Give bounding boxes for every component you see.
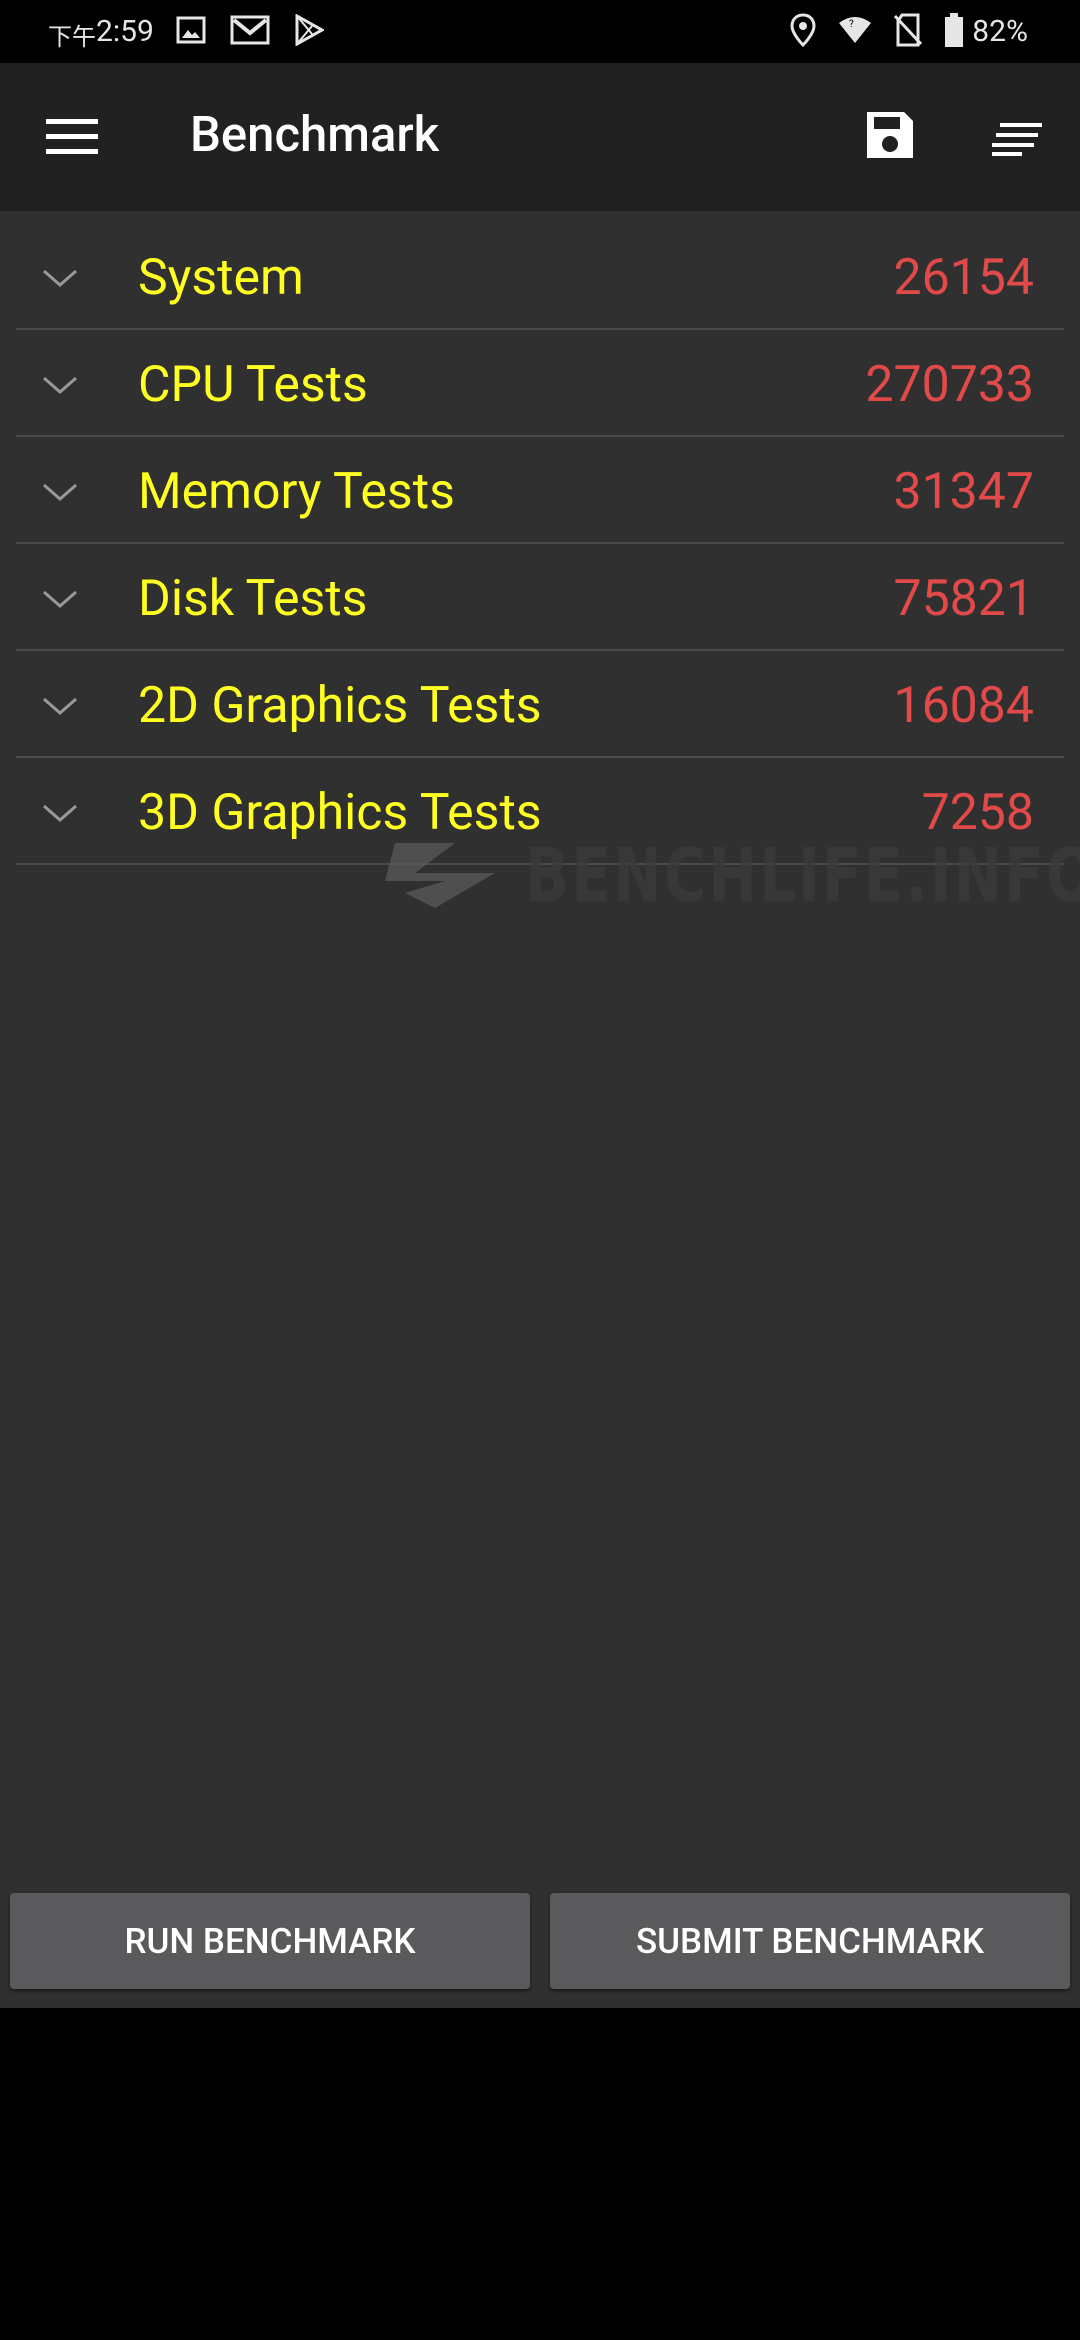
result-row-cpu-tests[interactable]: CPU Tests 270733 bbox=[16, 330, 1064, 437]
result-score: 26154 bbox=[893, 249, 1034, 307]
menu-icon bbox=[46, 119, 98, 154]
sort-button[interactable] bbox=[992, 121, 1042, 157]
action-buttons: RUN BENCHMARK SUBMIT BENCHMARK bbox=[0, 1881, 1080, 1991]
result-label: Memory Tests bbox=[138, 463, 455, 521]
battery-icon bbox=[944, 12, 964, 51]
watermark-logo-icon bbox=[385, 843, 495, 908]
save-icon bbox=[867, 112, 913, 158]
save-button[interactable] bbox=[864, 109, 916, 161]
watermark-text: BENCHLIFE.INFO bbox=[525, 833, 1080, 919]
result-row-system[interactable]: System 26154 bbox=[16, 211, 1064, 330]
result-label: System bbox=[138, 249, 304, 307]
status-right: ? 82% bbox=[768, 0, 1028, 63]
navigation-bar bbox=[0, 2008, 1080, 2340]
wifi-icon: ? bbox=[838, 15, 872, 49]
result-row-disk-tests[interactable]: Disk Tests 75821 bbox=[16, 544, 1064, 651]
status-time-prefix: 下午 bbox=[48, 23, 96, 51]
status-left: 下午 2:59 bbox=[48, 0, 348, 63]
results-panel: System 26154 CPU Tests 270733 Memory Tes… bbox=[0, 211, 1080, 2008]
chevron-down-icon bbox=[43, 804, 77, 822]
chevron-down-icon bbox=[43, 376, 77, 394]
chevron-down-icon bbox=[43, 483, 77, 501]
chevron-down-icon bbox=[43, 697, 77, 715]
result-label: 2D Graphics Tests bbox=[138, 677, 542, 735]
menu-button[interactable] bbox=[46, 115, 98, 159]
location-icon bbox=[790, 12, 816, 51]
result-score: 75821 bbox=[893, 570, 1034, 628]
chevron-down-icon bbox=[43, 269, 77, 287]
image-icon bbox=[176, 15, 206, 49]
gmail-icon bbox=[230, 15, 270, 49]
sort-icon bbox=[992, 123, 1042, 156]
page-title: Benchmark bbox=[190, 106, 440, 163]
status-bar: 下午 2:59 ? 82% bbox=[0, 0, 1080, 63]
status-time: 2:59 bbox=[96, 14, 154, 49]
result-label: CPU Tests bbox=[138, 356, 368, 414]
result-row-2d-graphics-tests[interactable]: 2D Graphics Tests 16084 bbox=[16, 651, 1064, 758]
watermark: BENCHLIFE.INFO bbox=[385, 833, 1080, 919]
result-row-memory-tests[interactable]: Memory Tests 31347 bbox=[16, 437, 1064, 544]
play-store-icon bbox=[294, 12, 325, 50]
results-list: System 26154 CPU Tests 270733 Memory Tes… bbox=[16, 211, 1064, 865]
result-score: 16084 bbox=[893, 677, 1034, 735]
result-score: 270733 bbox=[865, 356, 1034, 414]
no-sim-icon bbox=[894, 13, 923, 51]
battery-percent: 82% bbox=[972, 14, 1028, 49]
submit-benchmark-button[interactable]: SUBMIT BENCHMARK bbox=[550, 1893, 1070, 1989]
run-benchmark-button[interactable]: RUN BENCHMARK bbox=[10, 1893, 530, 1989]
result-score: 31347 bbox=[893, 463, 1034, 521]
chevron-down-icon bbox=[43, 590, 77, 608]
screen: 下午 2:59 ? 82% Benchmark System 26154 CPU… bbox=[0, 0, 1080, 2340]
result-label: Disk Tests bbox=[138, 570, 368, 628]
svg-text:?: ? bbox=[849, 19, 854, 30]
toolbar: Benchmark bbox=[0, 63, 1080, 211]
